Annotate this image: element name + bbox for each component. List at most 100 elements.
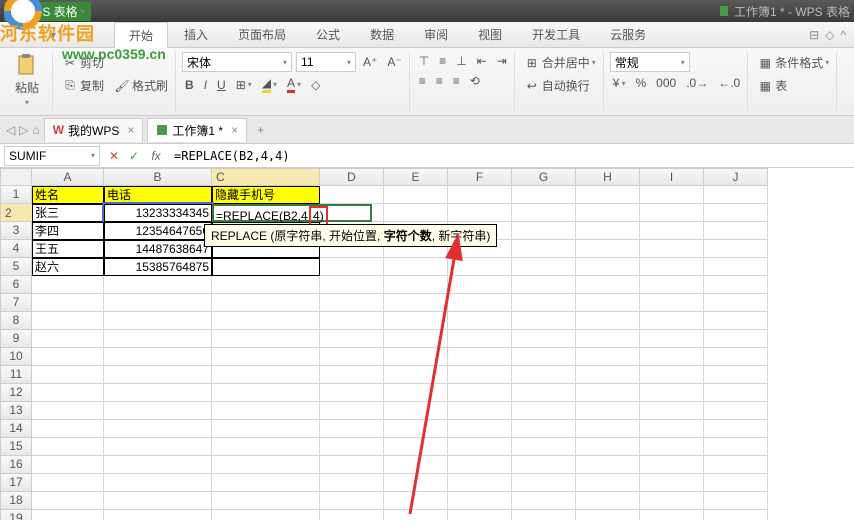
cell-B5[interactable]: 15385764875 xyxy=(104,258,212,276)
comma-button[interactable]: 000 xyxy=(653,74,679,92)
menu-formula[interactable]: 公式 xyxy=(302,22,354,48)
cell-C1[interactable]: 隐藏手机号 xyxy=(212,186,320,204)
align-bot-button[interactable]: ⊥ xyxy=(453,52,469,70)
menu-home[interactable]: 开始 xyxy=(114,22,168,48)
wrap-button[interactable]: ↩自动换行 xyxy=(521,75,599,96)
row-9[interactable]: 9 xyxy=(0,330,32,348)
row-14[interactable]: 14 xyxy=(0,420,32,438)
align-right-button[interactable]: ≡ xyxy=(450,72,463,90)
column-headers[interactable]: A B C D E F G H I J xyxy=(32,168,768,186)
percent-button[interactable]: % xyxy=(633,74,650,92)
menu-review[interactable]: 审阅 xyxy=(410,22,462,48)
font-select[interactable]: 宋体▾ xyxy=(182,52,292,72)
tab-mywps[interactable]: W 我的WPS × xyxy=(44,118,144,142)
active-cell-editor[interactable]: =REPLACE(B2,4,4) xyxy=(212,204,372,222)
cell[interactable] xyxy=(320,186,384,204)
border-button[interactable]: ⊞▾ xyxy=(233,76,255,94)
row-11[interactable]: 11 xyxy=(0,366,32,384)
row-13[interactable]: 13 xyxy=(0,402,32,420)
row-19[interactable]: 19 xyxy=(0,510,32,520)
dec-dec-button[interactable]: ←.0 xyxy=(715,74,743,92)
col-G[interactable]: G xyxy=(512,168,576,186)
tab-add-button[interactable]: + xyxy=(251,123,270,137)
indent-dec-button[interactable]: ⇤ xyxy=(474,52,490,70)
dec-inc-button[interactable]: .0→ xyxy=(683,74,711,92)
row-1[interactable]: 1 xyxy=(0,186,32,204)
align-top-button[interactable]: ⊤ xyxy=(416,52,432,70)
formula-input[interactable] xyxy=(168,147,854,165)
col-C[interactable]: C xyxy=(212,168,320,186)
italic-button[interactable]: I xyxy=(201,76,210,94)
font-color-button[interactable]: A▾ xyxy=(284,74,304,95)
fx-icon[interactable]: fx xyxy=(144,149,168,163)
cell-C5[interactable] xyxy=(212,258,320,276)
ribbon-min-icon[interactable]: ⊟ xyxy=(809,28,819,42)
row-15[interactable]: 15 xyxy=(0,438,32,456)
menu-cloud[interactable]: 云服务 xyxy=(596,22,660,48)
bold-button[interactable]: B xyxy=(182,76,197,94)
row-10[interactable]: 10 xyxy=(0,348,32,366)
formula-confirm-button[interactable]: ✓ xyxy=(124,149,144,163)
align-mid-button[interactable]: ≡ xyxy=(436,52,449,70)
select-all-corner[interactable] xyxy=(0,168,32,186)
row-8[interactable]: 8 xyxy=(0,312,32,330)
increase-font-button[interactable]: A⁺ xyxy=(360,53,380,71)
fill-color-button[interactable]: ◢▾ xyxy=(259,74,280,95)
tab-close-icon[interactable]: × xyxy=(231,123,238,137)
menu-layout[interactable]: 页面布局 xyxy=(224,22,300,48)
cell-A3[interactable]: 李四 xyxy=(32,222,104,240)
row-17[interactable]: 17 xyxy=(0,474,32,492)
row-12[interactable]: 12 xyxy=(0,384,32,402)
col-E[interactable]: E xyxy=(384,168,448,186)
table-format-button[interactable]: ▦表 xyxy=(754,75,832,96)
col-J[interactable]: J xyxy=(704,168,768,186)
tab-workbook[interactable]: 工作簿1 * × xyxy=(147,118,247,142)
col-H[interactable]: H xyxy=(576,168,640,186)
clear-format-button[interactable]: ◇ xyxy=(308,76,323,94)
col-D[interactable]: D xyxy=(320,168,384,186)
cell-B3[interactable]: 12354647656 xyxy=(104,222,212,240)
app-menu-caret[interactable]: ▾ xyxy=(81,7,85,16)
underline-button[interactable]: U xyxy=(214,76,229,94)
row-5[interactable]: 5 xyxy=(0,258,32,276)
col-B[interactable]: B xyxy=(104,168,212,186)
menu-data[interactable]: 数据 xyxy=(356,22,408,48)
row-7[interactable]: 7 xyxy=(0,294,32,312)
number-format-select[interactable]: 常规▾ xyxy=(610,52,690,72)
name-box[interactable]: SUMIF▾ xyxy=(4,146,100,166)
col-F[interactable]: F xyxy=(448,168,512,186)
decrease-font-button[interactable]: A⁻ xyxy=(384,53,404,71)
cell-B1[interactable]: 电话 xyxy=(104,186,212,204)
menu-view[interactable]: 视图 xyxy=(464,22,516,48)
row-4[interactable]: 4 xyxy=(0,240,32,258)
align-left-button[interactable]: ≡ xyxy=(416,72,429,90)
cell-A4[interactable]: 王五 xyxy=(32,240,104,258)
merge-button[interactable]: ⊞合并居中▾ xyxy=(521,52,599,73)
cell-B4[interactable]: 14487638647 xyxy=(104,240,212,258)
cell-A2[interactable]: 张三 xyxy=(32,204,104,222)
tab-next-button[interactable]: ▷ xyxy=(19,123,28,137)
cond-format-button[interactable]: ▦条件格式▾ xyxy=(754,52,832,73)
indent-inc-button[interactable]: ⇥ xyxy=(494,52,510,70)
format-painter-button[interactable]: 🖌格式刷 xyxy=(111,75,171,96)
row-3[interactable]: 3 xyxy=(0,222,32,240)
row-16[interactable]: 16 xyxy=(0,456,32,474)
cell-A5[interactable]: 赵六 xyxy=(32,258,104,276)
formula-cancel-button[interactable]: ✕ xyxy=(104,149,124,163)
row-18[interactable]: 18 xyxy=(0,492,32,510)
align-center-button[interactable]: ≡ xyxy=(433,72,446,90)
cell-A1[interactable]: 姓名 xyxy=(32,186,104,204)
spreadsheet-grid[interactable]: A B C D E F G H I J 1 2 3 4 5 6 7 8 9 10… xyxy=(0,168,854,520)
cell-B2[interactable]: 13233334345 xyxy=(104,204,212,222)
menu-dev[interactable]: 开发工具 xyxy=(518,22,594,48)
col-I[interactable]: I xyxy=(640,168,704,186)
tab-prev-button[interactable]: ◁ xyxy=(6,123,15,137)
font-size-select[interactable]: 11▾ xyxy=(296,52,356,72)
currency-button[interactable]: ¥▾ xyxy=(610,74,629,92)
ribbon-pin-icon[interactable]: ^ xyxy=(840,28,846,42)
menu-insert[interactable]: 插入 xyxy=(170,22,222,48)
tab-home-button[interactable]: ⌂ xyxy=(32,123,39,137)
col-A[interactable]: A xyxy=(32,168,104,186)
paste-button[interactable]: 粘贴▾ xyxy=(6,52,48,108)
row-6[interactable]: 6 xyxy=(0,276,32,294)
